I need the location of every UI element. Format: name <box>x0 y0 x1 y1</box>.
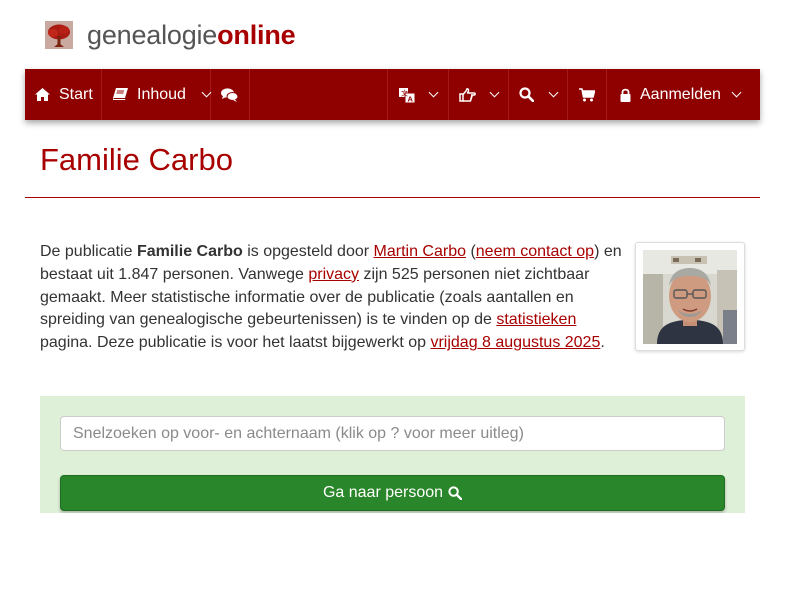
lock-icon <box>620 88 631 102</box>
intro-text: ( <box>466 243 476 260</box>
contact-link[interactable]: neem contact op <box>476 243 594 260</box>
publication-intro: De publicatie Familie Carbo is opgesteld… <box>40 241 630 355</box>
nav-start[interactable]: Start <box>25 69 101 120</box>
author-link[interactable]: Martin Carbo <box>374 243 466 260</box>
nav-search[interactable] <box>509 69 567 120</box>
chevron-down-icon <box>489 87 500 98</box>
nav-aanmelden-label: Aanmelden <box>640 85 721 103</box>
translate-icon: 文A <box>399 87 415 103</box>
shopping-cart-icon <box>579 87 595 102</box>
home-icon <box>35 88 50 101</box>
chevron-down-icon <box>731 87 742 98</box>
comments-icon <box>221 87 238 102</box>
nav-language[interactable]: 文A <box>388 69 448 120</box>
search-icon <box>448 486 463 500</box>
go-to-person-label: Ga naar persoon <box>322 484 444 501</box>
svg-text:A: A <box>408 94 414 103</box>
intro-text: . <box>600 334 605 352</box>
logo-text-part2: online <box>217 20 296 50</box>
chevron-down-icon <box>428 87 439 98</box>
site-name: genealogieonline <box>87 18 296 52</box>
title-divider <box>25 197 760 198</box>
page-title: Familie Carbo <box>40 142 233 177</box>
hand-point-icon <box>459 87 476 102</box>
quick-search-input[interactable] <box>60 416 725 451</box>
nav-forum[interactable] <box>211 69 249 120</box>
go-to-person-button[interactable]: Ga naar persoon <box>60 475 725 511</box>
last-updated-link[interactable]: vrijdag 8 augustus 2025 <box>430 334 600 351</box>
site-logo[interactable]: genealogieonline <box>45 18 296 52</box>
author-photo-frame[interactable] <box>635 242 745 351</box>
chevron-down-icon <box>548 87 559 98</box>
intro-text: is opgesteld door <box>242 243 374 260</box>
privacy-link[interactable]: privacy <box>308 266 359 283</box>
author-photo <box>643 250 737 344</box>
nav-inhoud[interactable]: Inhoud <box>102 69 212 120</box>
nav-inhoud-label: Inhoud <box>137 85 186 103</box>
nav-aanmelden[interactable]: Aanmelden <box>607 69 760 120</box>
logo-text-part1: genealogie <box>87 20 218 50</box>
nav-shop[interactable] <box>568 69 606 120</box>
statistics-link[interactable]: statistieken <box>496 311 576 328</box>
intro-text: pagina. Deze publicatie is voor het laat… <box>40 334 431 352</box>
intro-text: De publicatie <box>40 243 137 260</box>
viewport-bottom-blank <box>0 513 800 600</box>
search-icon <box>519 87 534 102</box>
tree-icon <box>45 21 73 49</box>
nav-start-label: Start <box>59 85 93 103</box>
main-navbar: Start Inhoud 文A Aanmelden <box>25 69 760 120</box>
nav-share[interactable] <box>449 69 508 120</box>
book-icon <box>113 88 128 101</box>
publication-name: Familie Carbo <box>136 243 243 260</box>
